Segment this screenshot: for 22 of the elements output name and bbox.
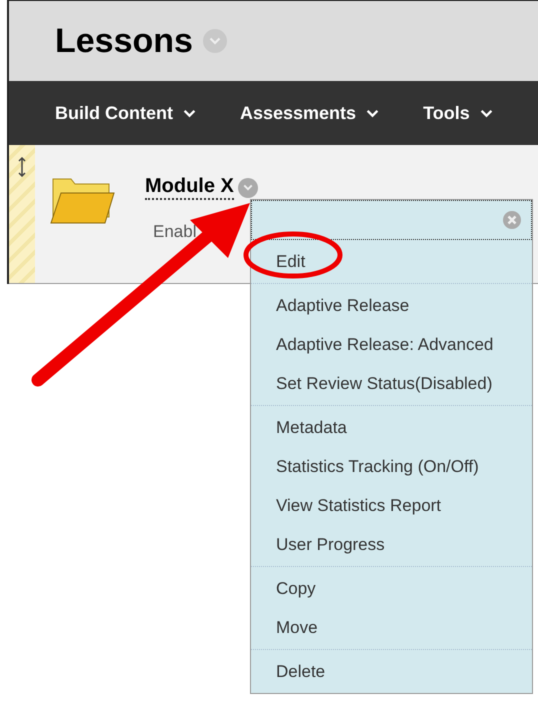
menu-item[interactable]: Copy: [251, 569, 532, 608]
menu-item[interactable]: View Statistics Report: [251, 486, 532, 525]
menu-item[interactable]: Move: [251, 608, 532, 647]
page-title: Lessons: [55, 22, 193, 60]
close-icon[interactable]: [503, 211, 521, 229]
menu-item[interactable]: Adaptive Release: Advanced: [251, 325, 532, 364]
title-menu-button[interactable]: [202, 29, 227, 53]
menu-item[interactable]: User Progress: [251, 525, 532, 564]
menu-item[interactable]: Metadata: [251, 408, 532, 447]
menu-item[interactable]: Delete: [251, 652, 532, 691]
nav-menu-button[interactable]: Assessments: [240, 102, 380, 124]
module-title[interactable]: Module X: [145, 175, 234, 200]
module-menu-button[interactable]: [238, 178, 258, 198]
drag-handle-icon[interactable]: [18, 157, 26, 177]
menu-item[interactable]: Set Review Status(Disabled): [251, 364, 532, 403]
menu-item[interactable]: Adaptive Release: [251, 286, 532, 325]
nav-menu-button[interactable]: Build Content: [55, 102, 196, 124]
menu-item[interactable]: Edit: [251, 242, 532, 281]
nav-menu-button[interactable]: Tools: [423, 102, 493, 124]
folder-icon: [49, 177, 115, 225]
status-text: Enabl: [153, 222, 198, 242]
menu-item[interactable]: Statistics Tracking (On/Off): [251, 447, 532, 486]
